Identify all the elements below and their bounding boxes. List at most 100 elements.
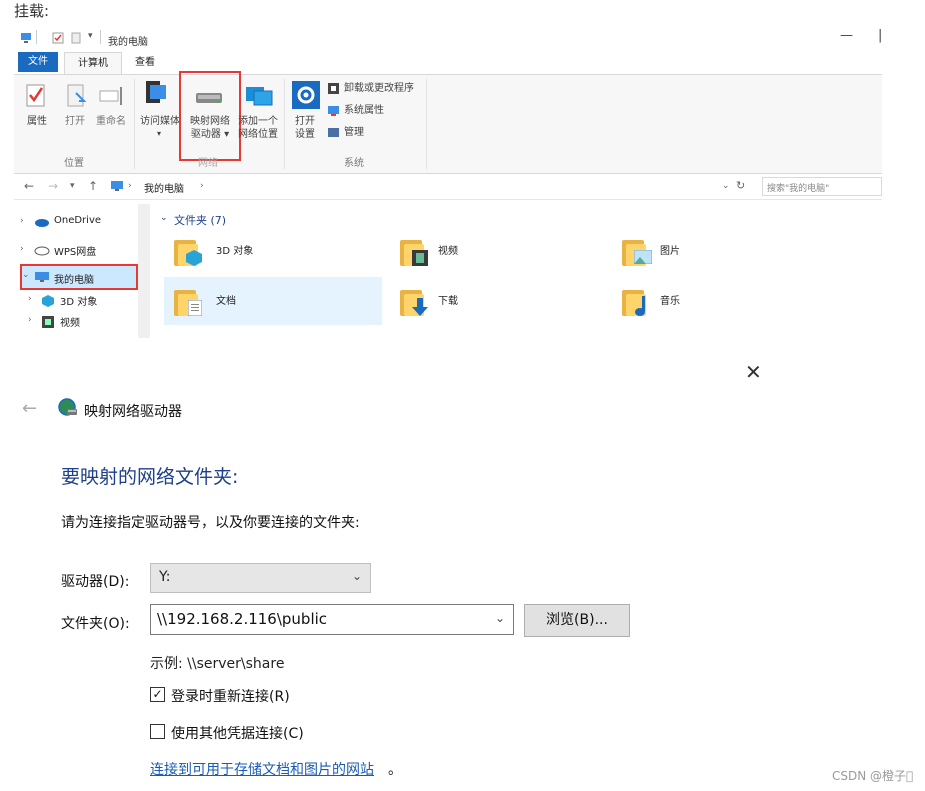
tab-computer[interactable]: 计算机 bbox=[64, 52, 122, 74]
maximize-button[interactable]: | bbox=[878, 28, 882, 43]
reconnect-label[interactable]: 登录时重新连接(R) bbox=[171, 686, 290, 706]
nav-item-onedrive[interactable]: OneDrive bbox=[54, 215, 101, 226]
chevron-down-icon: ⌄ bbox=[351, 569, 362, 583]
link-suffix: 。 bbox=[388, 762, 402, 778]
example-text: 示例: \\server\share bbox=[150, 656, 285, 672]
address-path[interactable]: 我的电脑 bbox=[144, 180, 184, 195]
quick-access-dropdown-icon[interactable]: ▾ bbox=[88, 31, 93, 41]
properties-check-icon bbox=[26, 84, 45, 107]
add-network-label-1[interactable]: 添加一个 bbox=[234, 115, 282, 128]
onedrive-cloud-icon bbox=[35, 219, 49, 227]
folder-documents[interactable]: 文档 bbox=[216, 292, 236, 307]
open-icon bbox=[67, 84, 87, 107]
folder-downloads[interactable]: 下载 bbox=[438, 292, 458, 307]
watermark: CSDN @橙子  bbox=[832, 769, 914, 783]
folder-music[interactable]: 音乐 bbox=[660, 292, 680, 307]
drive-select[interactable]: Y: ⌄ bbox=[150, 563, 371, 593]
nav-item-my-computer[interactable]: 我的电脑 bbox=[54, 271, 94, 286]
open-settings-button[interactable]: 设置 bbox=[290, 128, 320, 141]
address-bar: ← → ▾ ↑ › 我的电脑 › ⌄ ↻ 搜索"我的电脑" bbox=[14, 174, 882, 200]
nav-item-wps[interactable]: WPS网盘 bbox=[54, 243, 96, 258]
ribbon: 属性 打开 重命名 位置 访问媒体 ▾ 映射网络 驱动器 ▾ 添加一个 网络位置… bbox=[14, 71, 882, 174]
open-settings-label-1[interactable]: 打开 bbox=[290, 115, 320, 128]
access-media-icon bbox=[146, 81, 166, 103]
address-dropdown-icon[interactable]: ⌄ bbox=[722, 181, 730, 191]
expand-chevron-icon[interactable]: › bbox=[28, 315, 32, 325]
network-drive-globe-icon bbox=[58, 398, 77, 416]
group-network: 网络 bbox=[198, 158, 218, 169]
forward-arrow-icon[interactable]: → bbox=[48, 179, 58, 193]
expand-chevron-icon[interactable]: › bbox=[28, 294, 32, 304]
access-media-dropdown-icon[interactable]: ▾ bbox=[157, 127, 161, 140]
other-credentials-label[interactable]: 使用其他凭据连接(C) bbox=[171, 723, 304, 743]
map-drive-button[interactable]: 驱动器 ▾ bbox=[184, 128, 236, 141]
add-network-location-button[interactable]: 网络位置 bbox=[234, 128, 282, 141]
divider bbox=[100, 30, 101, 44]
section-collapse-icon[interactable]: ⌄ bbox=[160, 213, 168, 223]
divider bbox=[36, 30, 37, 44]
picture-icon bbox=[634, 250, 652, 264]
tab-file[interactable]: 文件 bbox=[18, 52, 58, 72]
rename-button[interactable]: 重命名 bbox=[92, 115, 130, 128]
nav-item-3d-objects[interactable]: 3D 对象 bbox=[60, 293, 97, 308]
video-icon bbox=[42, 316, 54, 328]
3d-objects-icon bbox=[42, 295, 54, 307]
properties-button[interactable]: 属性 bbox=[20, 115, 54, 128]
download-arrow-icon bbox=[412, 298, 428, 316]
minimize-button[interactable]: — bbox=[840, 28, 853, 43]
ribbon-separator bbox=[426, 79, 427, 169]
add-network-location-icon bbox=[246, 87, 273, 106]
group-location: 位置 bbox=[64, 158, 84, 169]
folder-pictures[interactable]: 图片 bbox=[660, 242, 680, 257]
ribbon-separator bbox=[284, 79, 285, 169]
up-arrow-icon[interactable]: ↑ bbox=[88, 179, 98, 193]
open-button[interactable]: 打开 bbox=[60, 115, 90, 128]
back-arrow-icon[interactable]: ← bbox=[24, 179, 34, 193]
path-chevron-icon[interactable]: › bbox=[200, 181, 204, 191]
close-icon[interactable]: ✕ bbox=[745, 360, 762, 384]
expand-chevron-icon[interactable]: › bbox=[20, 216, 24, 226]
ribbon-tabs: 文件 计算机 查看 bbox=[14, 52, 882, 74]
wps-cloud-icon bbox=[34, 246, 50, 256]
navigation-pane: › OneDrive › WPS网盘 ⌄ 我的电脑 › 3D 对象 › 视频 bbox=[14, 204, 154, 338]
computer-icon bbox=[35, 272, 49, 282]
system-properties-button[interactable]: 系统属性 bbox=[344, 104, 384, 117]
other-credentials-checkbox[interactable] bbox=[150, 724, 165, 739]
chevron-down-icon[interactable]: ⌄ bbox=[495, 611, 505, 625]
folder-videos[interactable]: 视频 bbox=[438, 242, 458, 257]
path-chevron-icon[interactable]: › bbox=[128, 181, 132, 191]
system-properties-icon bbox=[328, 106, 339, 116]
document-icon bbox=[188, 300, 202, 316]
manage-icon bbox=[328, 128, 339, 137]
map-drive-label-1[interactable]: 映射网络 bbox=[184, 115, 236, 128]
uninstall-programs-button[interactable]: 卸载或更改程序 bbox=[344, 82, 414, 95]
checkmark-icon: ✓ bbox=[152, 687, 163, 701]
connect-website-link[interactable]: 连接到可用于存储文档和图片的网站 bbox=[150, 759, 374, 779]
properties-icon[interactable] bbox=[52, 32, 64, 44]
manage-button[interactable]: 管理 bbox=[344, 126, 364, 139]
drive-select-value: Y: bbox=[159, 569, 171, 585]
nav-scrollbar[interactable] bbox=[138, 204, 150, 338]
caption: 挂载: bbox=[14, 2, 50, 20]
rename-icon bbox=[99, 87, 122, 105]
section-header[interactable]: 文件夹 (7) bbox=[174, 212, 226, 228]
browse-button[interactable]: 浏览(B)... bbox=[524, 604, 630, 637]
folder-3d-objects[interactable]: 3D 对象 bbox=[216, 242, 253, 257]
drive-label: 驱动器(D): bbox=[61, 574, 130, 590]
reconnect-checkbox[interactable]: ✓ bbox=[150, 687, 165, 702]
expand-chevron-icon[interactable]: › bbox=[20, 244, 24, 254]
recent-dropdown-icon[interactable]: ▾ bbox=[70, 181, 75, 191]
new-folder-icon[interactable] bbox=[70, 32, 82, 44]
nav-item-videos[interactable]: 视频 bbox=[60, 314, 80, 329]
music-note-icon bbox=[635, 296, 645, 316]
group-system: 系统 bbox=[344, 158, 364, 169]
back-arrow-icon[interactable]: ← bbox=[22, 398, 37, 419]
folder-path-input[interactable]: \\192.168.2.116\public ⌄ bbox=[150, 604, 514, 635]
refresh-icon[interactable]: ↻ bbox=[736, 179, 745, 192]
folder-label: 文件夹(O): bbox=[61, 616, 130, 632]
3d-objects-icon bbox=[186, 250, 202, 266]
tab-view[interactable]: 查看 bbox=[130, 52, 160, 74]
search-input[interactable]: 搜索"我的电脑" bbox=[762, 177, 882, 196]
collapse-chevron-icon[interactable]: ⌄ bbox=[22, 270, 30, 280]
dialog-title: 映射网络驱动器 bbox=[84, 404, 182, 420]
